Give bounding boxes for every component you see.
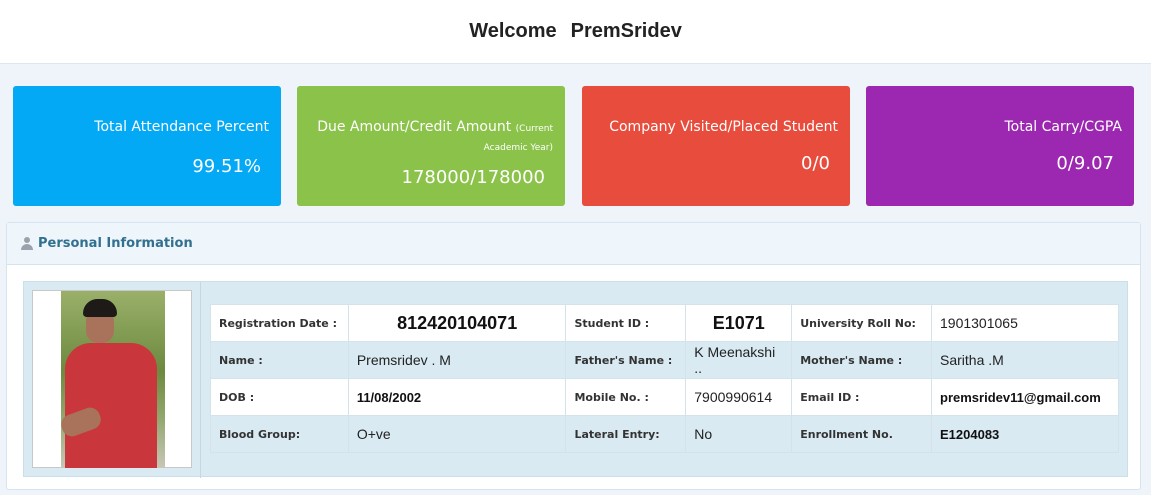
company-label: Company Visited/Placed Student — [609, 119, 838, 135]
registration-date-value: 812420104071 — [347, 304, 567, 342]
blood-group-label: Blood Group: — [210, 415, 349, 453]
table-row: Name : Premsridev . M Father's Name : K … — [210, 341, 1119, 379]
panel-heading: Personal Information — [7, 223, 1140, 265]
mobile-value: 7900990614 — [685, 378, 793, 416]
attendance-label: Total Attendance Percent — [94, 119, 269, 135]
university-roll-label: University Roll No: — [791, 304, 932, 342]
email-label: Email ID : — [791, 378, 932, 416]
enrollment-label: Enrollment No. — [791, 415, 932, 453]
student-photo — [61, 291, 165, 468]
company-value: 0/0 — [801, 153, 830, 174]
personal-info-table: Registration Date : 812420104071 Student… — [210, 304, 1119, 453]
carry-cgpa-value: 0/9.07 — [1056, 153, 1114, 174]
email-value: premsridev11@gmail.com — [931, 378, 1119, 416]
attendance-card: Total Attendance Percent 99.51% — [13, 86, 281, 206]
name-label: Name : — [210, 341, 349, 379]
carry-cgpa-label: Total Carry/CGPA — [1004, 119, 1122, 135]
due-amount-card: Due Amount/Credit Amount (Current Academ… — [297, 86, 565, 206]
registration-date-label: Registration Date : — [210, 304, 349, 342]
student-id-value: E1071 — [685, 304, 793, 342]
welcome-text: Welcome — [469, 20, 557, 42]
user-icon — [21, 237, 33, 250]
due-amount-value: 178000/178000 — [401, 167, 546, 188]
table-row: Blood Group: O+ve Lateral Entry: No Enro… — [210, 415, 1119, 453]
carry-cgpa-card: Total Carry/CGPA 0/9.07 — [866, 86, 1134, 206]
enrollment-value: E1204083 — [931, 415, 1119, 453]
company-card: Company Visited/Placed Student 0/0 — [582, 86, 850, 206]
lateral-entry-value: No — [685, 415, 793, 453]
due-amount-label: Due Amount/Credit Amount — [317, 119, 512, 135]
attendance-value: 99.51% — [192, 156, 261, 177]
lateral-entry-label: Lateral Entry: — [565, 415, 687, 453]
dob-value: 11/08/2002 — [347, 378, 567, 416]
father-name-value: K Meenakshi .. — [685, 341, 793, 379]
user-name: PremSridev — [570, 20, 682, 42]
panel-title: Personal Information — [38, 236, 193, 251]
mother-name-value: Saritha .M — [931, 341, 1119, 379]
page-header: Welcome PremSridev — [0, 0, 1151, 64]
personal-info-body: Registration Date : 812420104071 Student… — [23, 281, 1128, 478]
table-row: DOB : 11/08/2002 Mobile No. : 7900990614… — [210, 378, 1119, 416]
blood-group-value: O+ve — [347, 415, 567, 453]
student-id-label: Student ID : — [565, 304, 687, 342]
divider — [200, 282, 201, 478]
table-row: Registration Date : 812420104071 Student… — [210, 304, 1119, 342]
student-photo-frame — [32, 290, 192, 468]
father-name-label: Father's Name : — [565, 341, 687, 379]
name-value: Premsridev . M — [347, 341, 567, 379]
mother-name-label: Mother's Name : — [791, 341, 932, 379]
university-roll-value: 1901301065 — [931, 304, 1119, 342]
dob-label: DOB : — [210, 378, 349, 416]
mobile-label: Mobile No. : — [565, 378, 687, 416]
personal-information-panel: Personal Information Registration Date :… — [6, 222, 1141, 490]
